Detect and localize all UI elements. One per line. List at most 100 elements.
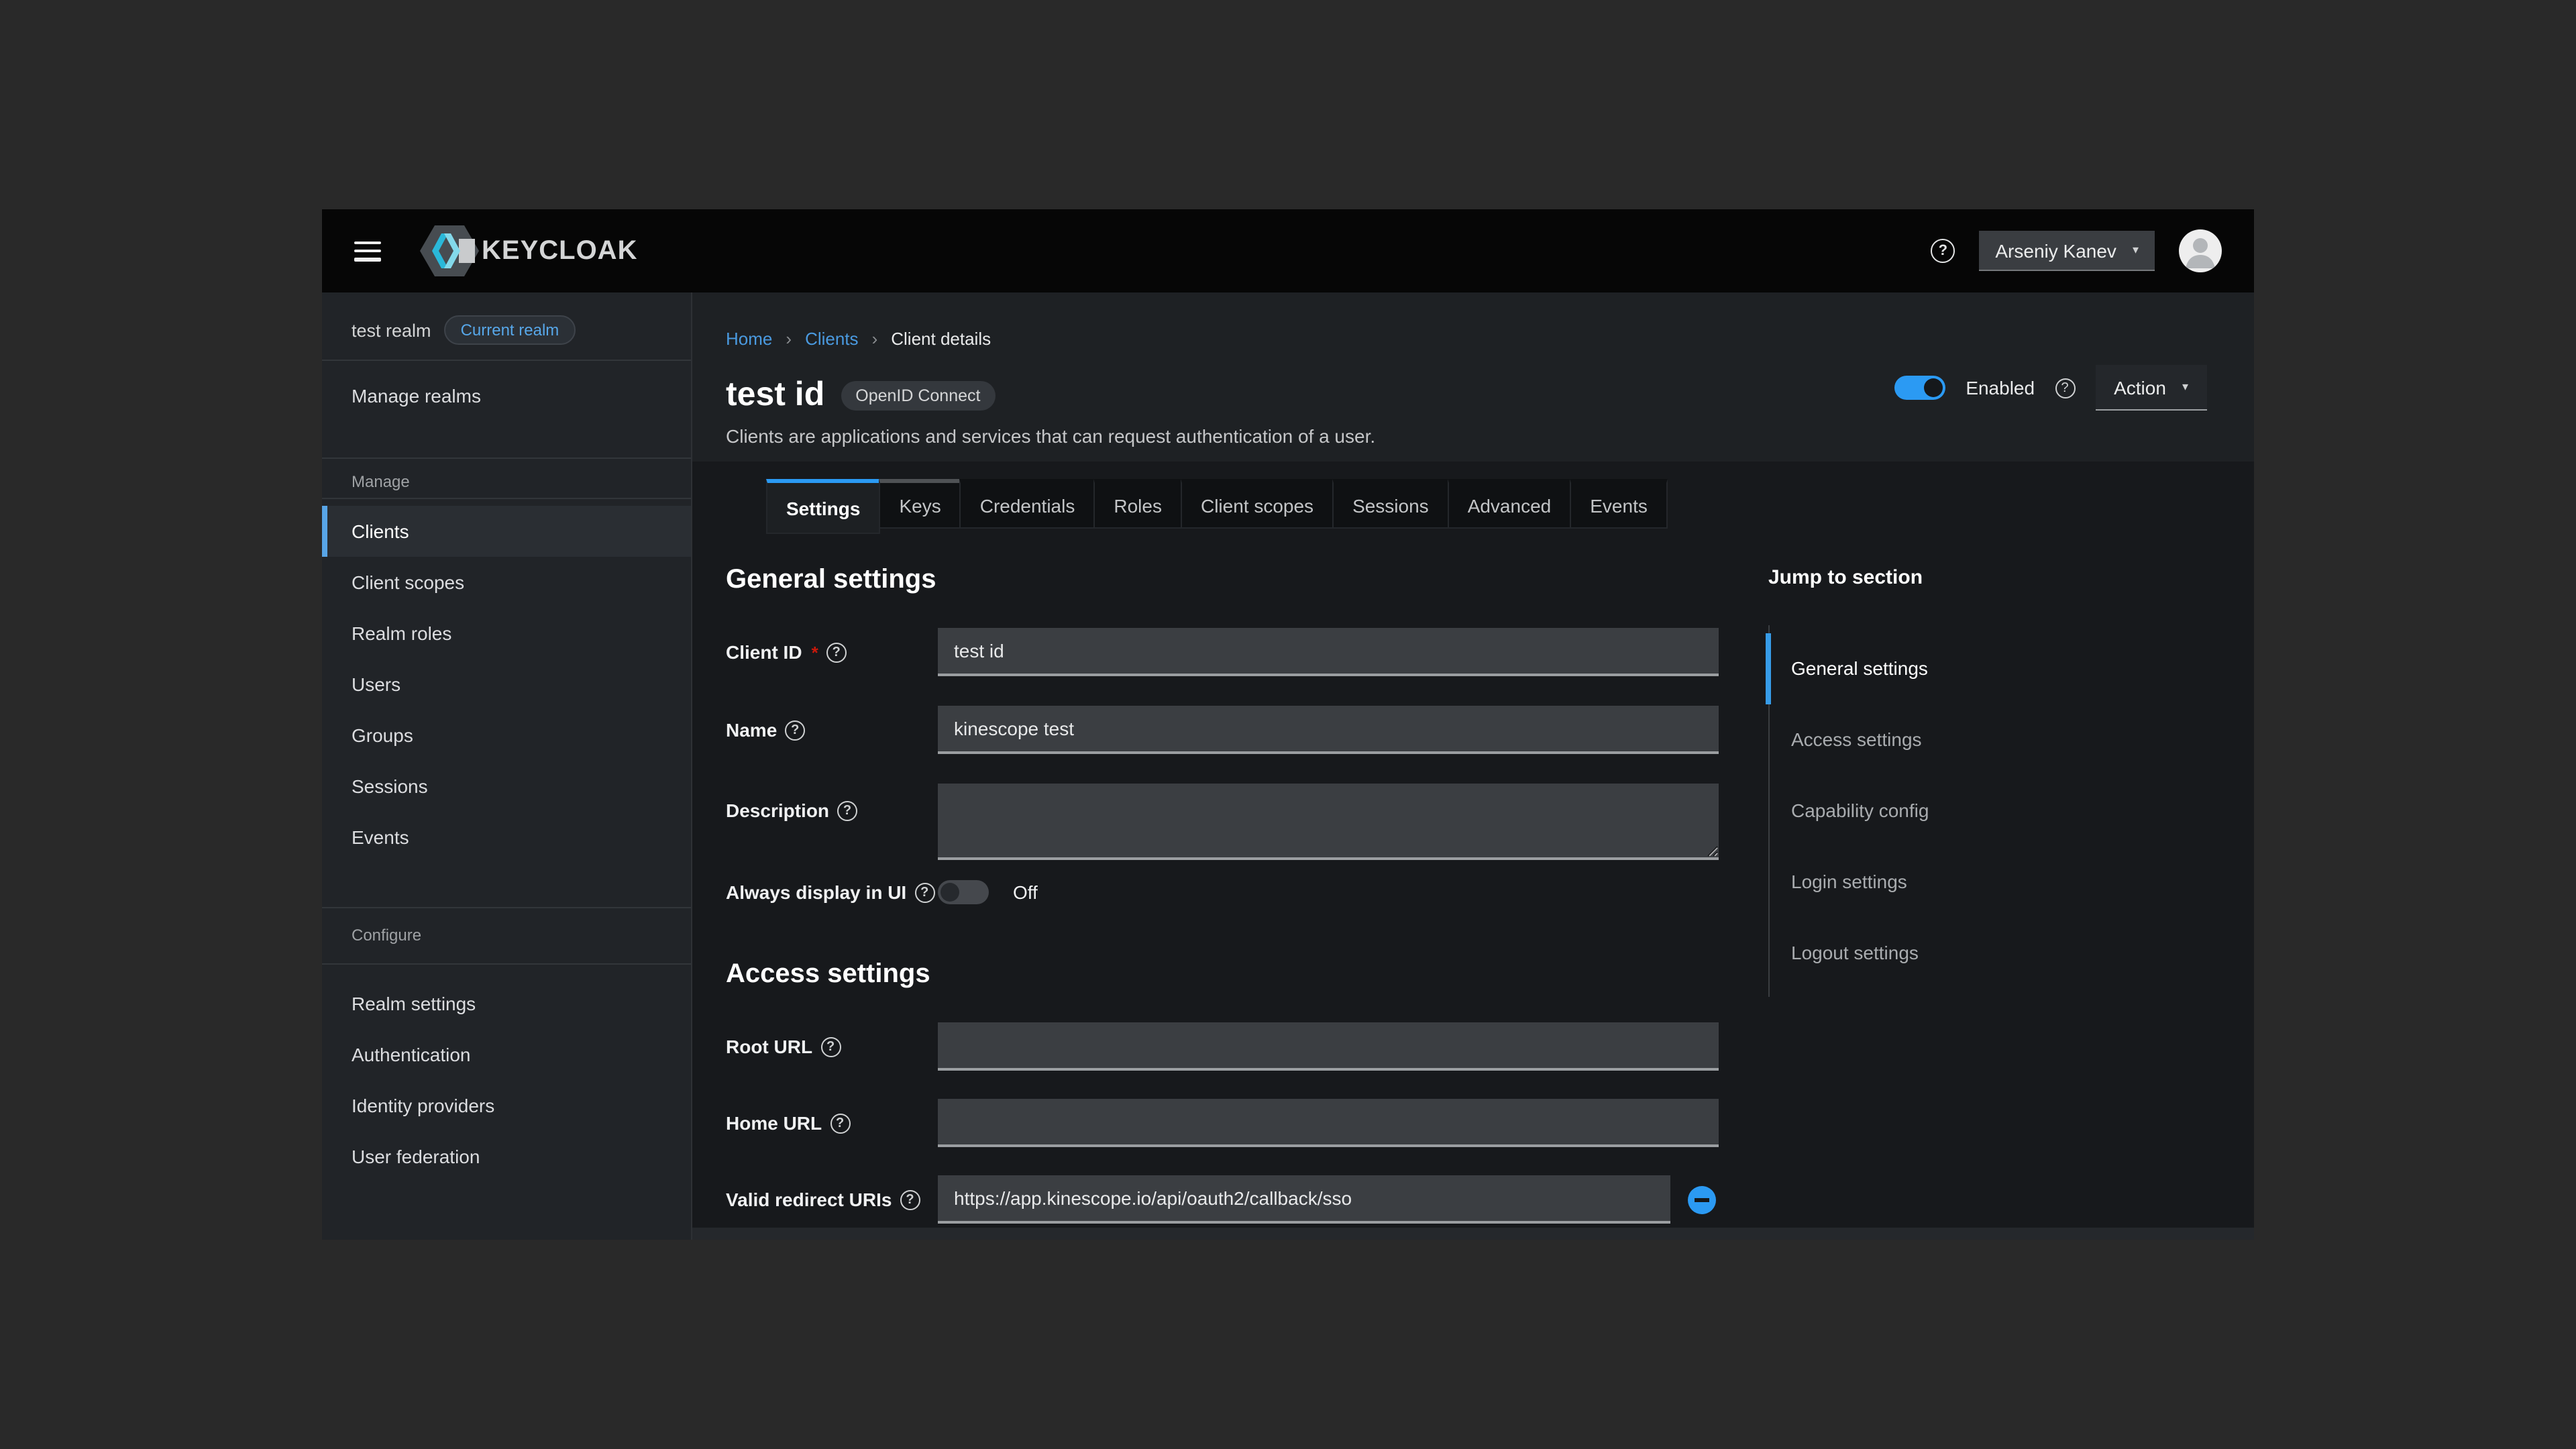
sidebar-item-client-scopes[interactable]: Client scopes <box>322 557 691 608</box>
main-panel: Home › Clients › Client details test id … <box>692 292 2254 1240</box>
app-shell: test realm Current realm Manage realms M… <box>322 292 2254 1240</box>
tab-events[interactable]: Events <box>1570 479 1668 529</box>
sidebar-item-authentication[interactable]: Authentication <box>322 1029 691 1080</box>
root-url-input[interactable] <box>938 1022 1719 1071</box>
avatar[interactable] <box>2179 229 2222 272</box>
help-question-icon[interactable]: ? <box>914 882 934 902</box>
user-menu-dropdown[interactable]: Arseniy Kanev ▾ <box>1979 231 2155 271</box>
client-id-row: Client ID * ? <box>726 628 1719 676</box>
tab-sessions[interactable]: Sessions <box>1332 479 1449 529</box>
realm-selector[interactable]: test realm Current realm <box>352 306 675 354</box>
help-question-icon[interactable]: ? <box>826 642 847 662</box>
divider <box>322 963 691 965</box>
label-text: Description <box>726 800 829 821</box>
hamburger-menu-icon[interactable] <box>354 241 381 261</box>
masthead: KEYCLOAK ? Arseniy Kanev ▾ <box>322 209 2254 292</box>
client-id-label: Client ID * ? <box>726 641 938 663</box>
enabled-label: Enabled <box>1966 377 2035 398</box>
nav-group-manage: Clients Client scopes Realm roles Users … <box>322 506 691 863</box>
always-display-label: Always display in UI ? <box>726 881 938 903</box>
jump-link-general-settings[interactable]: General settings <box>1770 633 2063 704</box>
sidebar-nav: test realm Current realm Manage realms M… <box>322 292 692 1240</box>
chevron-down-icon: ▾ <box>2133 243 2139 258</box>
action-label: Action <box>2114 376 2166 398</box>
tab-credentials[interactable]: Credentials <box>960 479 1095 529</box>
page-title: test id <box>726 376 824 415</box>
label-text: Valid redirect URIs <box>726 1189 892 1210</box>
required-asterisk: * <box>812 642 818 662</box>
jump-link-access-settings[interactable]: Access settings <box>1770 704 2063 775</box>
breadcrumb-clients-link[interactable]: Clients <box>805 329 859 349</box>
nav-group-label-configure: Configure <box>322 918 691 953</box>
jump-link-capability-config[interactable]: Capability config <box>1770 775 2063 847</box>
help-question-icon[interactable]: ? <box>830 1113 850 1133</box>
access-settings-heading: Access settings <box>726 959 930 990</box>
page-header: Home › Clients › Client details test id … <box>692 292 2254 462</box>
help-question-icon[interactable]: ? <box>900 1189 920 1210</box>
valid-redirect-uris-row: Valid redirect URIs ? <box>726 1175 1719 1224</box>
name-input[interactable] <box>938 706 1719 754</box>
user-name: Arseniy Kanev <box>1995 239 2116 261</box>
nav-group-label-manage: Manage <box>322 464 691 499</box>
general-settings-heading: General settings <box>726 565 936 596</box>
name-row: Name ? <box>726 706 1719 754</box>
sidebar-item-identity-providers[interactable]: Identity providers <box>322 1080 691 1131</box>
sidebar-item-users[interactable]: Users <box>322 659 691 710</box>
keycloak-logo: KEYCLOAK <box>419 224 637 278</box>
keycloak-hexagon-icon <box>419 224 480 278</box>
keycloak-admin-window: KEYCLOAK ? Arseniy Kanev ▾ test realm Cu… <box>322 209 2254 1240</box>
tab-roles[interactable]: Roles <box>1093 479 1182 529</box>
breadcrumb: Home › Clients › Client details <box>726 329 991 349</box>
tab-advanced[interactable]: Advanced <box>1448 479 1572 529</box>
action-dropdown[interactable]: Action ▾ <box>2095 365 2207 411</box>
protocol-badge: OpenID Connect <box>841 380 995 410</box>
always-display-toggle[interactable] <box>938 880 989 904</box>
sidebar-item-groups[interactable]: Groups <box>322 710 691 761</box>
valid-redirect-uri-input[interactable] <box>938 1175 1670 1224</box>
label-text: Root URL <box>726 1036 812 1057</box>
sidebar-item-events[interactable]: Events <box>322 812 691 863</box>
always-display-row: Always display in UI ? Off <box>726 880 1719 904</box>
label-text: Name <box>726 719 777 741</box>
label-text: Always display in UI <box>726 881 906 903</box>
help-question-icon[interactable]: ? <box>2055 378 2075 398</box>
jump-link-login-settings[interactable]: Login settings <box>1770 847 2063 918</box>
tab-keys[interactable]: Keys <box>879 479 961 529</box>
description-textarea[interactable] <box>938 784 1719 860</box>
footer-strip <box>692 1228 2254 1240</box>
chevron-right-icon: › <box>872 329 878 349</box>
enabled-toggle[interactable] <box>1894 376 1945 400</box>
current-realm-badge: Current realm <box>445 315 576 345</box>
name-label: Name ? <box>726 719 938 741</box>
help-icon[interactable]: ? <box>1931 239 1955 263</box>
sidebar-item-sessions[interactable]: Sessions <box>322 761 691 812</box>
breadcrumb-home-link[interactable]: Home <box>726 329 772 349</box>
person-icon <box>2179 229 2222 272</box>
realm-name: test realm <box>352 320 431 340</box>
sidebar-item-user-federation[interactable]: User federation <box>322 1131 691 1182</box>
toggle-knob <box>1924 378 1943 397</box>
label-text: Client ID <box>726 641 802 663</box>
sidebar-item-realm-settings[interactable]: Realm settings <box>322 978 691 1029</box>
root-url-row: Root URL ? <box>726 1022 1719 1071</box>
help-question-icon[interactable]: ? <box>837 800 857 820</box>
client-id-input[interactable] <box>938 628 1719 676</box>
minus-circle-icon[interactable] <box>1688 1185 1716 1214</box>
sidebar-item-clients[interactable]: Clients <box>322 506 691 557</box>
description-label: Description ? <box>726 784 938 821</box>
tab-settings[interactable]: Settings <box>766 479 880 534</box>
sidebar-item-realm-roles[interactable]: Realm roles <box>322 608 691 659</box>
label-text: Home URL <box>726 1112 822 1134</box>
jump-link-logout-settings[interactable]: Logout settings <box>1770 918 2063 989</box>
home-url-row: Home URL ? <box>726 1099 1719 1147</box>
tab-content: Settings Keys Credentials Roles Client s… <box>692 462 2254 1240</box>
tab-client-scopes[interactable]: Client scopes <box>1181 479 1334 529</box>
help-question-icon[interactable]: ? <box>820 1036 841 1057</box>
jump-to-section-heading: Jump to section <box>1768 566 1923 589</box>
sidebar-item-manage-realms[interactable]: Manage realms <box>322 370 691 421</box>
help-question-icon[interactable]: ? <box>785 720 805 740</box>
valid-redirect-uris-label: Valid redirect URIs ? <box>726 1189 938 1210</box>
brand-wordmark: KEYCLOAK <box>482 235 637 266</box>
header-controls: Enabled ? Action ▾ <box>1894 365 2207 411</box>
home-url-input[interactable] <box>938 1099 1719 1147</box>
